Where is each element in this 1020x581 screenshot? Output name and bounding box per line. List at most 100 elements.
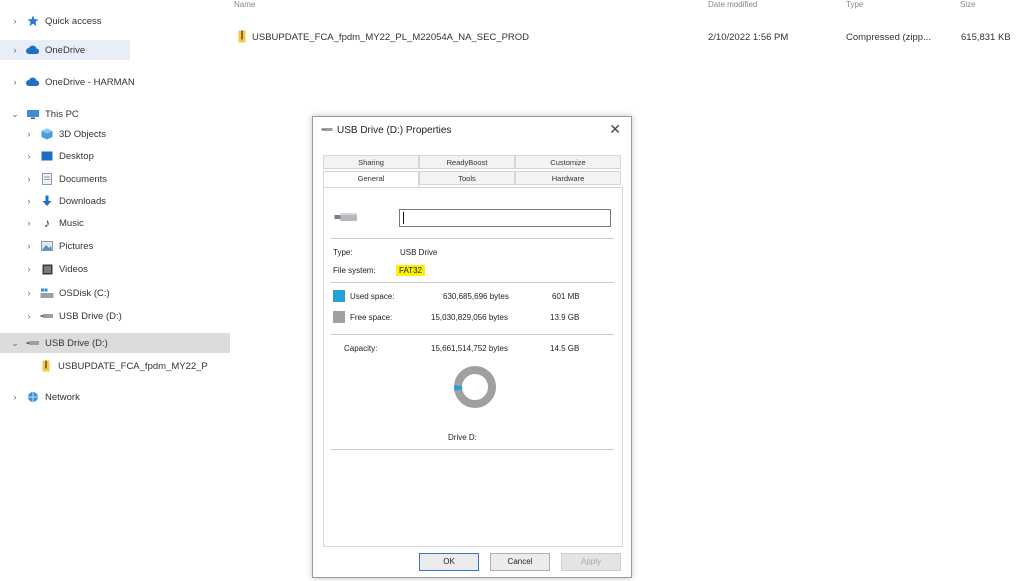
file-date: 2/10/2022 1:56 PM bbox=[708, 31, 789, 43]
file-system-label: File system: bbox=[333, 266, 376, 275]
nav-3d-objects[interactable]: › 3D Objects bbox=[0, 124, 106, 144]
nav-label: USBUPDATE_FCA_fpdm_MY22_P bbox=[58, 360, 208, 372]
used-space-size: 601 MB bbox=[552, 292, 580, 301]
text-caret bbox=[403, 212, 404, 224]
nav-label: Music bbox=[59, 217, 84, 229]
cloud-icon bbox=[26, 44, 40, 56]
free-space-label: Free space: bbox=[350, 313, 393, 322]
music-note-icon: ♪ bbox=[44, 216, 50, 230]
chevron-right-icon[interactable]: › bbox=[24, 196, 34, 206]
chevron-right-icon[interactable]: › bbox=[24, 311, 34, 321]
nav-network[interactable]: › Network bbox=[0, 387, 80, 407]
column-header-name[interactable]: Name bbox=[234, 0, 314, 10]
nav-usb-file[interactable]: USBUPDATE_FCA_fpdm_MY22_P bbox=[33, 356, 208, 376]
nav-music[interactable]: › ♪ Music bbox=[0, 213, 84, 233]
nav-quick-access[interactable]: › Quick access bbox=[0, 11, 102, 31]
divider bbox=[331, 334, 614, 335]
nav-desktop[interactable]: › Desktop bbox=[0, 146, 94, 166]
nav-label: OSDisk (C:) bbox=[59, 287, 110, 299]
close-button[interactable]: ✕ bbox=[609, 121, 621, 138]
usb-drive-icon bbox=[40, 310, 54, 322]
network-icon bbox=[26, 391, 40, 403]
nav-label: USB Drive (D:) bbox=[45, 337, 108, 349]
tab-sharing[interactable]: Sharing bbox=[323, 155, 419, 169]
dialog-title-bar: USB Drive (D:) Properties bbox=[321, 125, 451, 136]
nav-usb-drive-root[interactable]: ⌄ USB Drive (D:) bbox=[0, 333, 230, 353]
chevron-right-icon[interactable]: › bbox=[24, 264, 34, 274]
properties-dialog: USB Drive (D:) Properties ✕ Sharing Read… bbox=[312, 116, 632, 578]
nav-onedrive[interactable]: › OneDrive bbox=[0, 40, 130, 60]
nav-label: USB Drive (D:) bbox=[59, 310, 122, 322]
nav-label: Quick access bbox=[45, 15, 102, 27]
chevron-right-icon[interactable]: › bbox=[24, 288, 34, 298]
nav-downloads[interactable]: › Downloads bbox=[0, 191, 106, 211]
ok-button[interactable]: OK bbox=[419, 553, 479, 571]
used-space-swatch bbox=[333, 290, 345, 302]
chevron-right-icon[interactable]: › bbox=[10, 392, 20, 402]
nav-label: Pictures bbox=[59, 240, 94, 252]
column-header-type[interactable]: Type bbox=[846, 0, 906, 10]
chevron-right-icon[interactable]: › bbox=[24, 129, 34, 139]
tab-hardware[interactable]: Hardware bbox=[515, 171, 621, 185]
usb-drive-large-icon bbox=[334, 210, 358, 226]
divider bbox=[331, 282, 614, 283]
tab-tools[interactable]: Tools bbox=[419, 171, 515, 185]
chevron-right-icon[interactable]: › bbox=[24, 218, 34, 228]
column-header-date[interactable]: Date modified bbox=[708, 0, 798, 10]
star-icon bbox=[26, 15, 40, 27]
capacity-bytes: 15,661,514,752 bytes bbox=[431, 344, 508, 353]
tab-general[interactable]: General bbox=[323, 171, 419, 187]
cloud-icon bbox=[26, 76, 40, 88]
drive-label-input[interactable] bbox=[399, 209, 611, 227]
chevron-right-icon[interactable]: › bbox=[24, 241, 34, 251]
nav-label: 3D Objects bbox=[59, 128, 106, 140]
chevron-right-icon[interactable]: › bbox=[10, 16, 20, 26]
free-space-ring bbox=[454, 366, 496, 408]
file-row[interactable]: USBUPDATE_FCA_fpdm_MY22_PL_M22054A_NA_SE… bbox=[234, 28, 1020, 46]
tab-customize[interactable]: Customize bbox=[515, 155, 621, 169]
chevron-right-icon[interactable]: › bbox=[10, 45, 20, 55]
chevron-right-icon[interactable]: › bbox=[10, 77, 20, 87]
nav-pictures[interactable]: › Pictures bbox=[0, 236, 94, 256]
column-header-size[interactable]: Size bbox=[960, 0, 1010, 10]
tab-readyboost[interactable]: ReadyBoost bbox=[419, 155, 515, 169]
apply-button[interactable]: Apply bbox=[561, 553, 621, 571]
divider bbox=[331, 449, 614, 450]
nav-usb-drive-pc[interactable]: › USB Drive (D:) bbox=[0, 306, 122, 326]
free-space-size: 13.9 GB bbox=[550, 313, 580, 322]
zip-folder-icon bbox=[39, 360, 53, 372]
chevron-right-icon[interactable]: › bbox=[24, 174, 34, 184]
type-label: Type: bbox=[333, 248, 353, 257]
chevron-down-icon[interactable]: ⌄ bbox=[10, 338, 20, 349]
windows-drive-icon bbox=[40, 287, 54, 299]
cube-icon bbox=[40, 128, 54, 140]
nav-onedrive-harman[interactable]: › OneDrive - HARMAN bbox=[0, 72, 135, 92]
download-arrow-icon bbox=[40, 195, 54, 207]
usb-drive-icon bbox=[321, 125, 333, 136]
drive-label: Drive D: bbox=[448, 433, 477, 442]
nav-this-pc[interactable]: ⌄ This PC bbox=[0, 104, 79, 124]
zip-folder-icon bbox=[238, 30, 246, 46]
nav-label: This PC bbox=[45, 108, 79, 120]
free-space-swatch bbox=[333, 311, 345, 323]
type-value: USB Drive bbox=[400, 248, 438, 257]
nav-label: Documents bbox=[59, 173, 108, 185]
free-space-bytes: 15,030,829,056 bytes bbox=[431, 313, 508, 322]
computer-icon bbox=[26, 108, 40, 120]
nav-label: OneDrive - HARMAN bbox=[45, 76, 135, 88]
used-space-label: Used space: bbox=[350, 292, 395, 301]
nav-videos[interactable]: › Videos bbox=[0, 259, 88, 279]
dialog-title: USB Drive (D:) Properties bbox=[337, 125, 452, 136]
chevron-right-icon[interactable]: › bbox=[24, 151, 34, 161]
nav-label: Downloads bbox=[59, 195, 106, 207]
nav-osdisk[interactable]: › OSDisk (C:) bbox=[0, 283, 110, 303]
nav-documents[interactable]: › Documents bbox=[0, 169, 107, 189]
used-space-bytes: 630,685,696 bytes bbox=[443, 292, 509, 301]
capacity-label: Capacity: bbox=[344, 344, 378, 353]
chevron-down-icon[interactable]: ⌄ bbox=[10, 109, 20, 120]
picture-icon bbox=[40, 240, 54, 252]
nav-label: Videos bbox=[59, 263, 88, 275]
video-icon bbox=[40, 263, 54, 275]
document-icon bbox=[40, 173, 54, 185]
cancel-button[interactable]: Cancel bbox=[490, 553, 550, 571]
